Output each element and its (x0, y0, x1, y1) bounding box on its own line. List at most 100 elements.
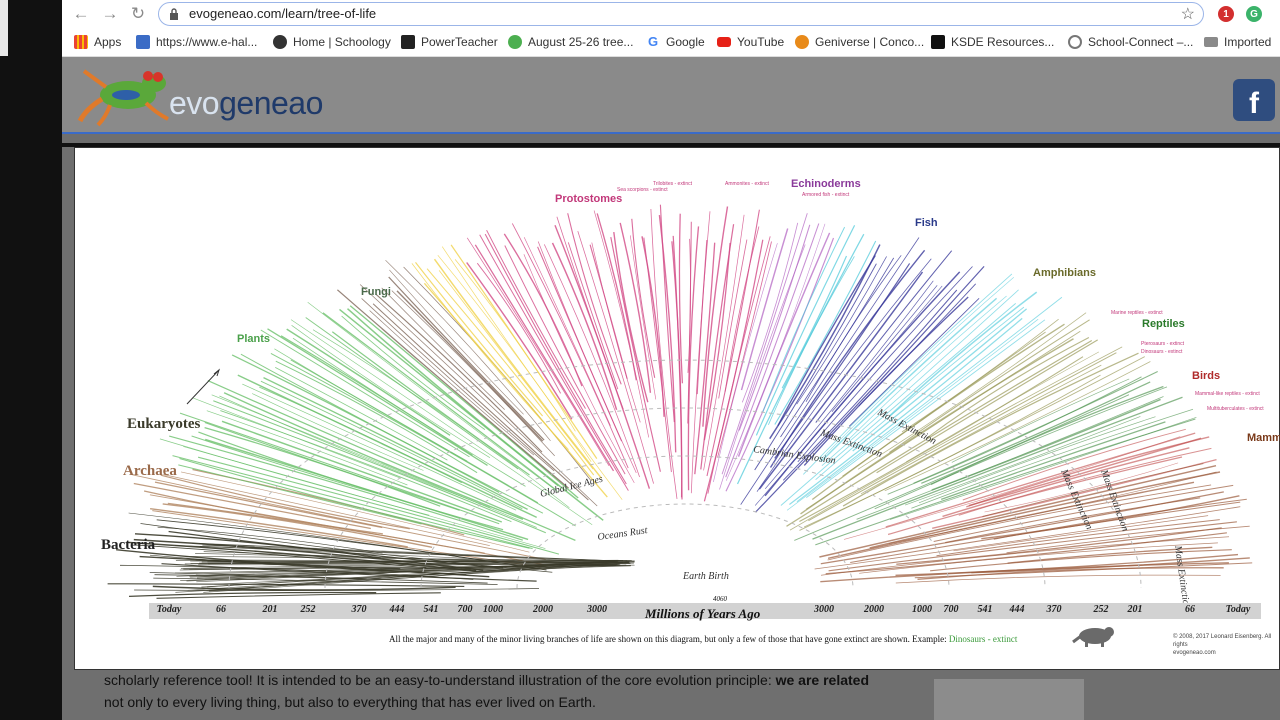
geniverse-icon (795, 35, 809, 49)
label-mammals: Mamm (1247, 432, 1280, 444)
intro-text-1: scholarly reference tool! It is intended… (104, 672, 776, 688)
site-logo[interactable]: evogeneao (169, 85, 323, 122)
extension-grammarly-icon[interactable]: G (1246, 6, 1262, 22)
bookmark-school-connect[interactable]: School-Connect –... (1068, 33, 1193, 51)
site-header: evogeneao f (62, 57, 1280, 133)
note-marine-reptiles: Marine reptiles - extinct (1111, 310, 1163, 316)
axis-tick: Today (156, 604, 182, 615)
school-connect-icon (1068, 35, 1082, 49)
event-cambrian-explosion: Cambrian Explosion (753, 444, 837, 466)
axis-center-value: 4060 (713, 595, 727, 603)
apps-grid-icon (74, 35, 88, 49)
axis-tick: 252 (300, 604, 316, 615)
schoology-icon (273, 35, 287, 49)
bookmark-apps[interactable]: Apps (74, 33, 121, 51)
note-multituberculates: Multituberculates - extinct (1207, 406, 1264, 412)
axis-tick: 3000 (814, 604, 834, 615)
axis-tick: 2000 (533, 604, 553, 615)
bookmark-geniverse[interactable]: Geniverse | Conco... (795, 33, 924, 51)
axis-tick: Today (1225, 604, 1251, 615)
axis-tick: 541 (423, 604, 439, 615)
bookmark-label: School-Connect –... (1088, 35, 1194, 49)
note-dinosaurs: Dinosaurs - extinct (1141, 349, 1183, 355)
forward-button[interactable]: → (99, 3, 121, 25)
axis-tick: 66 (216, 604, 226, 615)
axis-tick: 3000 (587, 604, 607, 615)
branch-line (815, 250, 953, 423)
bookmark-google[interactable]: G Google (646, 33, 705, 51)
bookmark-imported[interactable]: Imported (1204, 33, 1271, 51)
note-ammonites: Ammonites - extinct (725, 181, 770, 187)
branch-line (725, 223, 820, 478)
logo-text-dark: geneao (219, 85, 323, 121)
extension-red-icon[interactable]: 1 (1218, 6, 1234, 22)
ehall-icon (136, 35, 150, 49)
branch-line (251, 393, 424, 471)
label-fish: Fish (915, 217, 938, 229)
branch-line (349, 305, 579, 499)
logo-text-light: evo (169, 85, 220, 121)
axis-tick: 1000 (483, 604, 503, 615)
label-echinoderms: Echinoderms (791, 178, 861, 190)
browser-toolbar: ← → ↻ evogeneao.com/learn/tree-of-life ☆… (62, 0, 1280, 28)
google-icon: G (647, 34, 659, 49)
facebook-icon[interactable]: f (1233, 79, 1275, 121)
intro-text-2: not only to every living thing, but also… (104, 694, 596, 710)
branch-line (725, 223, 826, 481)
branch-line (504, 245, 626, 475)
branch-line (806, 319, 1046, 498)
header-divider (62, 132, 1280, 134)
event-oceans-rust: Oceans Rust (597, 525, 649, 543)
bookmark-label: Imported (1224, 35, 1272, 49)
address-bar[interactable]: evogeneao.com/learn/tree-of-life ☆ (158, 2, 1204, 26)
axis-tick: 444 (389, 604, 405, 615)
branch-line (577, 230, 654, 484)
caption-text: All the major and many of the minor livi… (389, 634, 949, 644)
branch-line (260, 329, 470, 458)
label-fungi: Fungi (361, 286, 391, 298)
label-bacteria: Bacteria (101, 537, 156, 553)
axis-tick: 700 (457, 604, 473, 615)
event-mass-extinction-5: Mass Extinction (1172, 544, 1192, 611)
bookmark-label: KSDE Resources... (951, 35, 1055, 49)
bookmark-label: Geniverse | Conco... (815, 35, 925, 49)
axis-tick: 370 (1046, 604, 1062, 615)
powerteacher-icon (401, 35, 415, 49)
bookmark-youtube[interactable]: YouTube (717, 33, 784, 51)
bookmark-schoology[interactable]: Home | Schoology (273, 33, 391, 51)
axis-tick: 700 (943, 604, 959, 615)
branch-line (643, 237, 672, 473)
bookmark-label: August 25-26 tree... (528, 35, 634, 49)
label-eukaryotes: Eukaryotes (127, 416, 201, 432)
copyright-note: © 2008, 2017 Leonard Eisenberg. All righ… (1173, 633, 1279, 657)
axis-tick: 2000 (864, 604, 884, 615)
bookmark-powerteacher[interactable]: PowerTeacher (401, 33, 498, 51)
axis-tick: 1000 (912, 604, 932, 615)
window-edge (0, 0, 8, 56)
intro-paragraph: scholarly reference tool! It is intended… (104, 669, 904, 713)
eukaryote-arrow (186, 369, 220, 405)
branch-line (876, 339, 1098, 474)
bookmark-label: Apps (94, 35, 122, 49)
event-earth-birth: Earth Birth (682, 571, 729, 582)
axis-tick: 201 (262, 604, 278, 615)
bookmark-label: Google (666, 35, 705, 49)
bookmark-star-icon[interactable]: ☆ (1181, 4, 1195, 24)
copyright-line-1: © 2008, 2017 Leonard Eisenberg. All righ… (1173, 634, 1272, 648)
label-reptiles: Reptiles (1142, 318, 1185, 330)
bookmark-ksde[interactable]: KSDE Resources... (931, 33, 1054, 51)
axis-tick: 541 (977, 604, 993, 615)
bookmark-ehall[interactable]: https://www.e-hal... (136, 33, 257, 51)
axis-tick: 444 (1009, 604, 1025, 615)
desktop-left-strip (0, 0, 62, 720)
branch-line (755, 225, 856, 436)
tree-of-life-lightbox[interactable]: Protostomes Echinoderms Fish Amphibians … (74, 147, 1280, 670)
back-button[interactable]: ← (70, 3, 92, 25)
tree-of-life-diagram: Protostomes Echinoderms Fish Amphibians … (101, 178, 1280, 647)
intro-text-bold: we are related (775, 672, 869, 688)
reload-button[interactable]: ↻ (127, 3, 149, 25)
bookmark-august-tree[interactable]: August 25-26 tree... (508, 33, 633, 51)
branch-line (260, 380, 523, 510)
background-thumbnail (934, 679, 1084, 720)
bookmark-label: https://www.e-hal... (156, 35, 258, 49)
